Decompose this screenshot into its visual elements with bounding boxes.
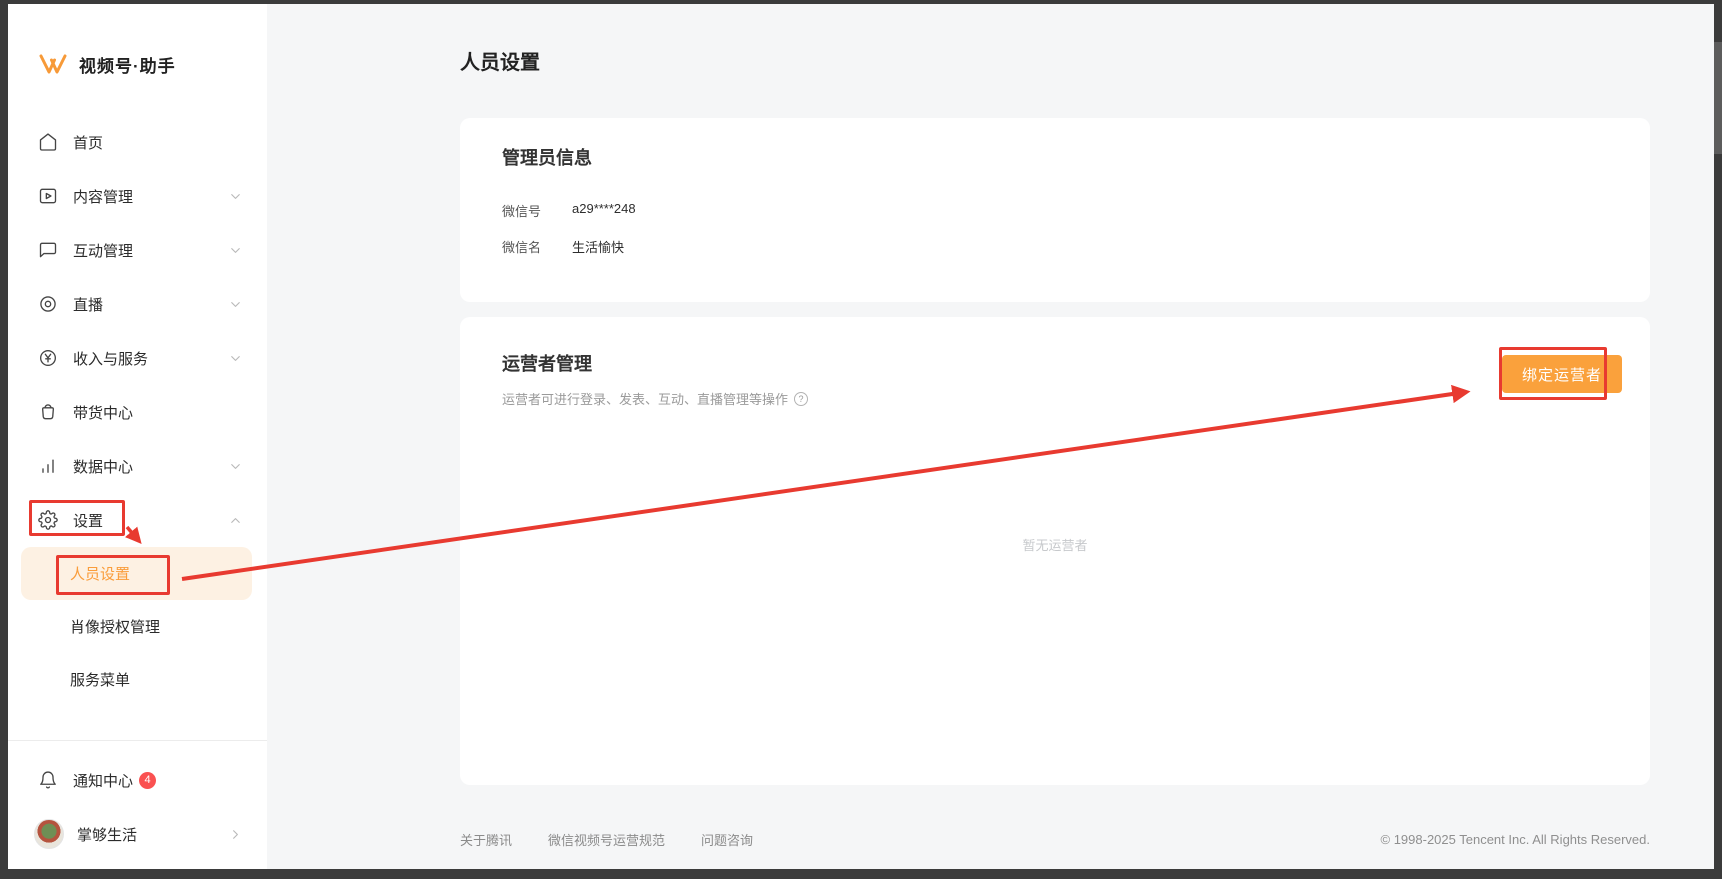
sidebar-subitem-label: 肖像授权管理 xyxy=(70,616,160,637)
sidebar-item-label: 收入与服务 xyxy=(73,348,148,369)
bell-icon xyxy=(38,770,58,790)
window-scrollbar[interactable] xyxy=(1714,42,1722,154)
sidebar-item-content[interactable]: 内容管理 xyxy=(8,169,267,223)
admin-card-title: 管理员信息 xyxy=(502,146,1608,171)
sidebar-item-label: 带货中心 xyxy=(73,402,133,423)
notification-badge: 4 xyxy=(139,772,156,789)
page-footer: 关于腾讯 微信视频号运营规范 问题咨询 © 1998-2025 Tencent … xyxy=(460,830,1650,849)
sidebar-item-commerce[interactable]: 带货中心 xyxy=(8,385,267,439)
sidebar-item-label: 首页 xyxy=(73,132,103,153)
account-switcher[interactable]: 掌够生活 xyxy=(8,807,267,861)
wechat-id-label: 微信号 xyxy=(502,201,572,220)
commerce-icon xyxy=(38,402,58,422)
chevron-up-icon xyxy=(228,513,243,528)
sidebar-item-label: 数据中心 xyxy=(73,456,133,477)
sidebar-subitem-portrait-authorization[interactable]: 肖像授权管理 xyxy=(8,600,267,653)
bind-operator-button[interactable]: 绑定运营者 xyxy=(1502,355,1622,393)
window-frame: 视频号·助手 首页 内容管理 xyxy=(0,0,1722,879)
footer-link-operation-standards[interactable]: 微信视频号运营规范 xyxy=(548,830,665,849)
footer-link-questions[interactable]: 问题咨询 xyxy=(701,830,753,849)
sidebar-item-data[interactable]: 数据中心 xyxy=(8,439,267,493)
footer-link-about-tencent[interactable]: 关于腾讯 xyxy=(460,830,512,849)
admin-info-card: 管理员信息 微信号 a29****248 微信名 生活愉快 xyxy=(460,118,1650,302)
wechat-id-value: a29****248 xyxy=(572,201,636,220)
app-title: 视频号·助手 xyxy=(79,52,176,77)
chevron-right-icon xyxy=(228,827,243,842)
data-icon xyxy=(38,456,58,476)
notification-label: 通知中心 xyxy=(73,770,133,791)
app-logo: 视频号·助手 xyxy=(38,48,267,80)
channels-logo-icon xyxy=(38,51,68,77)
sidebar-subitem-label: 人员设置 xyxy=(70,563,130,584)
sidebar: 视频号·助手 首页 内容管理 xyxy=(8,4,267,869)
chevron-down-icon xyxy=(228,243,243,258)
sidebar-item-home[interactable]: 首页 xyxy=(8,115,267,169)
chevron-down-icon xyxy=(228,189,243,204)
sidebar-item-live[interactable]: 直播 xyxy=(8,277,267,331)
wechat-name-value: 生活愉快 xyxy=(572,237,624,256)
sidebar-item-interaction[interactable]: 互动管理 xyxy=(8,223,267,277)
sidebar-item-label: 互动管理 xyxy=(73,240,133,261)
chevron-down-icon xyxy=(228,297,243,312)
app-window: 视频号·助手 首页 内容管理 xyxy=(8,4,1714,869)
sidebar-item-label: 直播 xyxy=(73,294,103,315)
wechat-name-label: 微信名 xyxy=(502,237,572,256)
sidebar-item-label: 设置 xyxy=(73,510,103,531)
gear-icon xyxy=(38,510,58,530)
chat-icon xyxy=(38,240,58,260)
sidebar-item-income[interactable]: 收入与服务 xyxy=(8,331,267,385)
sidebar-item-settings[interactable]: 设置 xyxy=(8,493,267,547)
sidebar-nav: 首页 内容管理 互动管理 xyxy=(8,115,267,706)
content-icon xyxy=(38,186,58,206)
operator-management-card: 运营者管理 运营者可进行登录、发表、互动、直播管理等操作 ? 绑定运营者 暂无运… xyxy=(460,317,1650,785)
account-avatar xyxy=(34,819,64,849)
wechat-name-row: 微信名 生活愉快 xyxy=(502,237,1608,256)
income-icon xyxy=(38,348,58,368)
chevron-down-icon xyxy=(228,351,243,366)
help-icon[interactable]: ? xyxy=(794,392,808,406)
main-area: 人员设置 管理员信息 微信号 a29****248 微信名 生活愉快 运营者管理 xyxy=(267,4,1714,869)
copyright-text: © 1998-2025 Tencent Inc. All Rights Rese… xyxy=(1381,832,1651,847)
sidebar-bottom-section: 通知中心 4 掌够生活 xyxy=(8,740,267,869)
live-icon xyxy=(38,294,58,314)
operator-card-subtitle: 运营者可进行登录、发表、互动、直播管理等操作 ? xyxy=(502,389,1608,408)
chevron-down-icon xyxy=(228,459,243,474)
wechat-id-row: 微信号 a29****248 xyxy=(502,201,1608,220)
account-name: 掌够生活 xyxy=(77,824,137,845)
home-icon xyxy=(38,132,58,152)
operator-subtitle-text: 运营者可进行登录、发表、互动、直播管理等操作 xyxy=(502,389,788,408)
empty-operators-text: 暂无运营者 xyxy=(1022,535,1087,554)
notification-center-item[interactable]: 通知中心 4 xyxy=(8,753,267,807)
operator-card-title: 运营者管理 xyxy=(502,352,1608,377)
page-title: 人员设置 xyxy=(460,49,1650,77)
sidebar-subitem-label: 服务菜单 xyxy=(70,669,130,690)
sidebar-subitem-service-menu[interactable]: 服务菜单 xyxy=(8,653,267,706)
sidebar-item-label: 内容管理 xyxy=(73,186,133,207)
sidebar-divider xyxy=(8,740,267,741)
sidebar-subitem-personnel-settings[interactable]: 人员设置 xyxy=(21,547,252,600)
